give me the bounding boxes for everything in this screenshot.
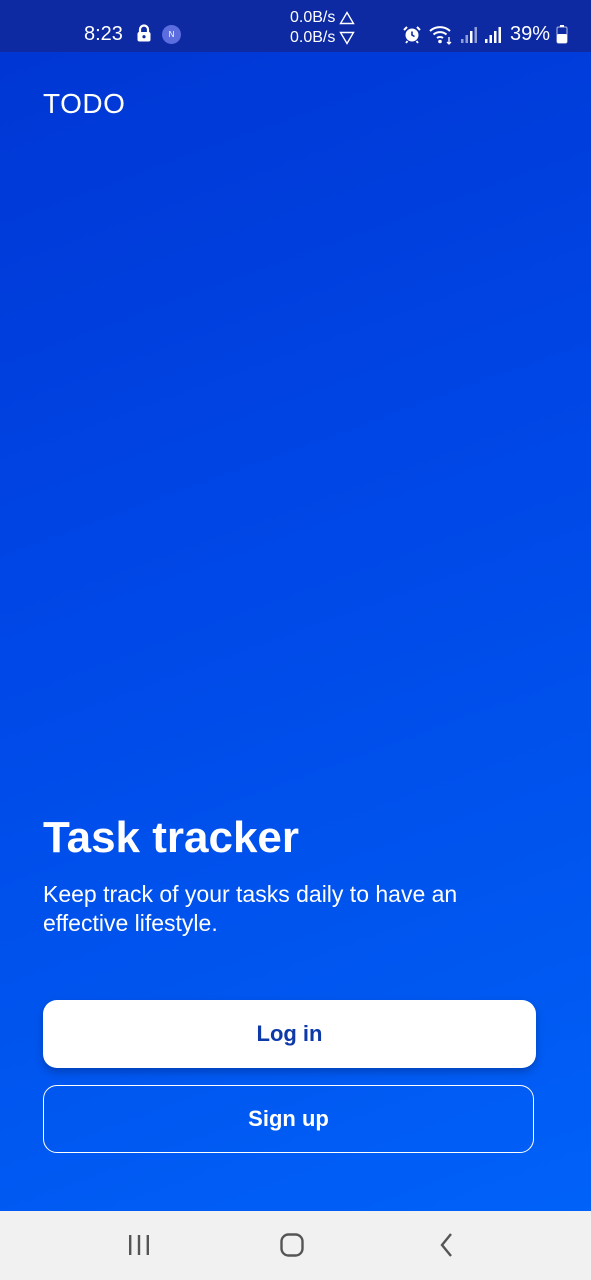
home-icon [280,1233,304,1257]
download-arrow-icon [339,31,356,45]
status-time: 8:23 [84,23,123,45]
status-icons: 39% [402,22,568,46]
notification-icon: N [162,25,181,44]
recent-apps-icon [129,1235,149,1255]
hero-subtitle: Keep track of your tasks daily to have a… [43,881,458,936]
login-button[interactable]: Log in [43,1000,536,1068]
welcome-screen: 8:23 N 0.0B/s 0.0B/s 39% TODO Task track… [0,0,591,1280]
back-icon [440,1233,452,1257]
status-bar: 8:23 N 0.0B/s 0.0B/s 39% [0,0,591,52]
recent-apps-button[interactable] [119,1229,159,1261]
signal-icon [485,27,501,43]
signup-button[interactable]: Sign up [43,1085,534,1153]
download-speed: 0.0B/s [290,29,336,46]
login-button-label: Log in [256,1021,323,1046]
hero-title: Task tracker [43,813,300,862]
upload-arrow-icon [339,11,356,25]
upload-speed: 0.0B/s [290,9,336,26]
app-title: TODO [43,88,126,119]
lock-icon [137,24,151,42]
back-button[interactable] [427,1229,467,1261]
signup-button-label: Sign up [248,1106,329,1131]
home-button[interactable] [272,1229,312,1261]
battery-percent: 39% [510,23,551,45]
battery-icon [556,25,568,44]
navigation-bar [0,1211,591,1280]
alarm-icon [403,26,421,44]
wifi-icon [429,26,452,45]
network-speed: 0.0B/s 0.0B/s [290,8,356,48]
signal-icon [461,27,477,43]
